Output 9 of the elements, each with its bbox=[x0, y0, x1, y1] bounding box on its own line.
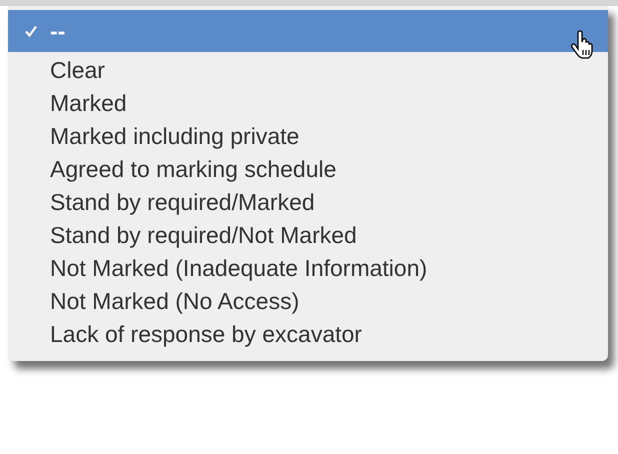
menu-item[interactable]: Not Marked (No Access) bbox=[8, 285, 608, 318]
menu-item[interactable]: Clear bbox=[8, 54, 608, 87]
menu-item[interactable]: Marked including private bbox=[8, 120, 608, 153]
menu-item[interactable]: Agreed to marking schedule bbox=[8, 153, 608, 186]
menu-item[interactable]: Stand by required/Marked bbox=[8, 186, 608, 219]
menu-item[interactable]: Stand by required/Not Marked bbox=[8, 219, 608, 252]
menu-item[interactable]: Marked bbox=[8, 87, 608, 120]
menu-item[interactable]: Not Marked (Inadequate Information) bbox=[8, 252, 608, 285]
menu-item[interactable]: Lack of response by excavator bbox=[8, 318, 608, 351]
